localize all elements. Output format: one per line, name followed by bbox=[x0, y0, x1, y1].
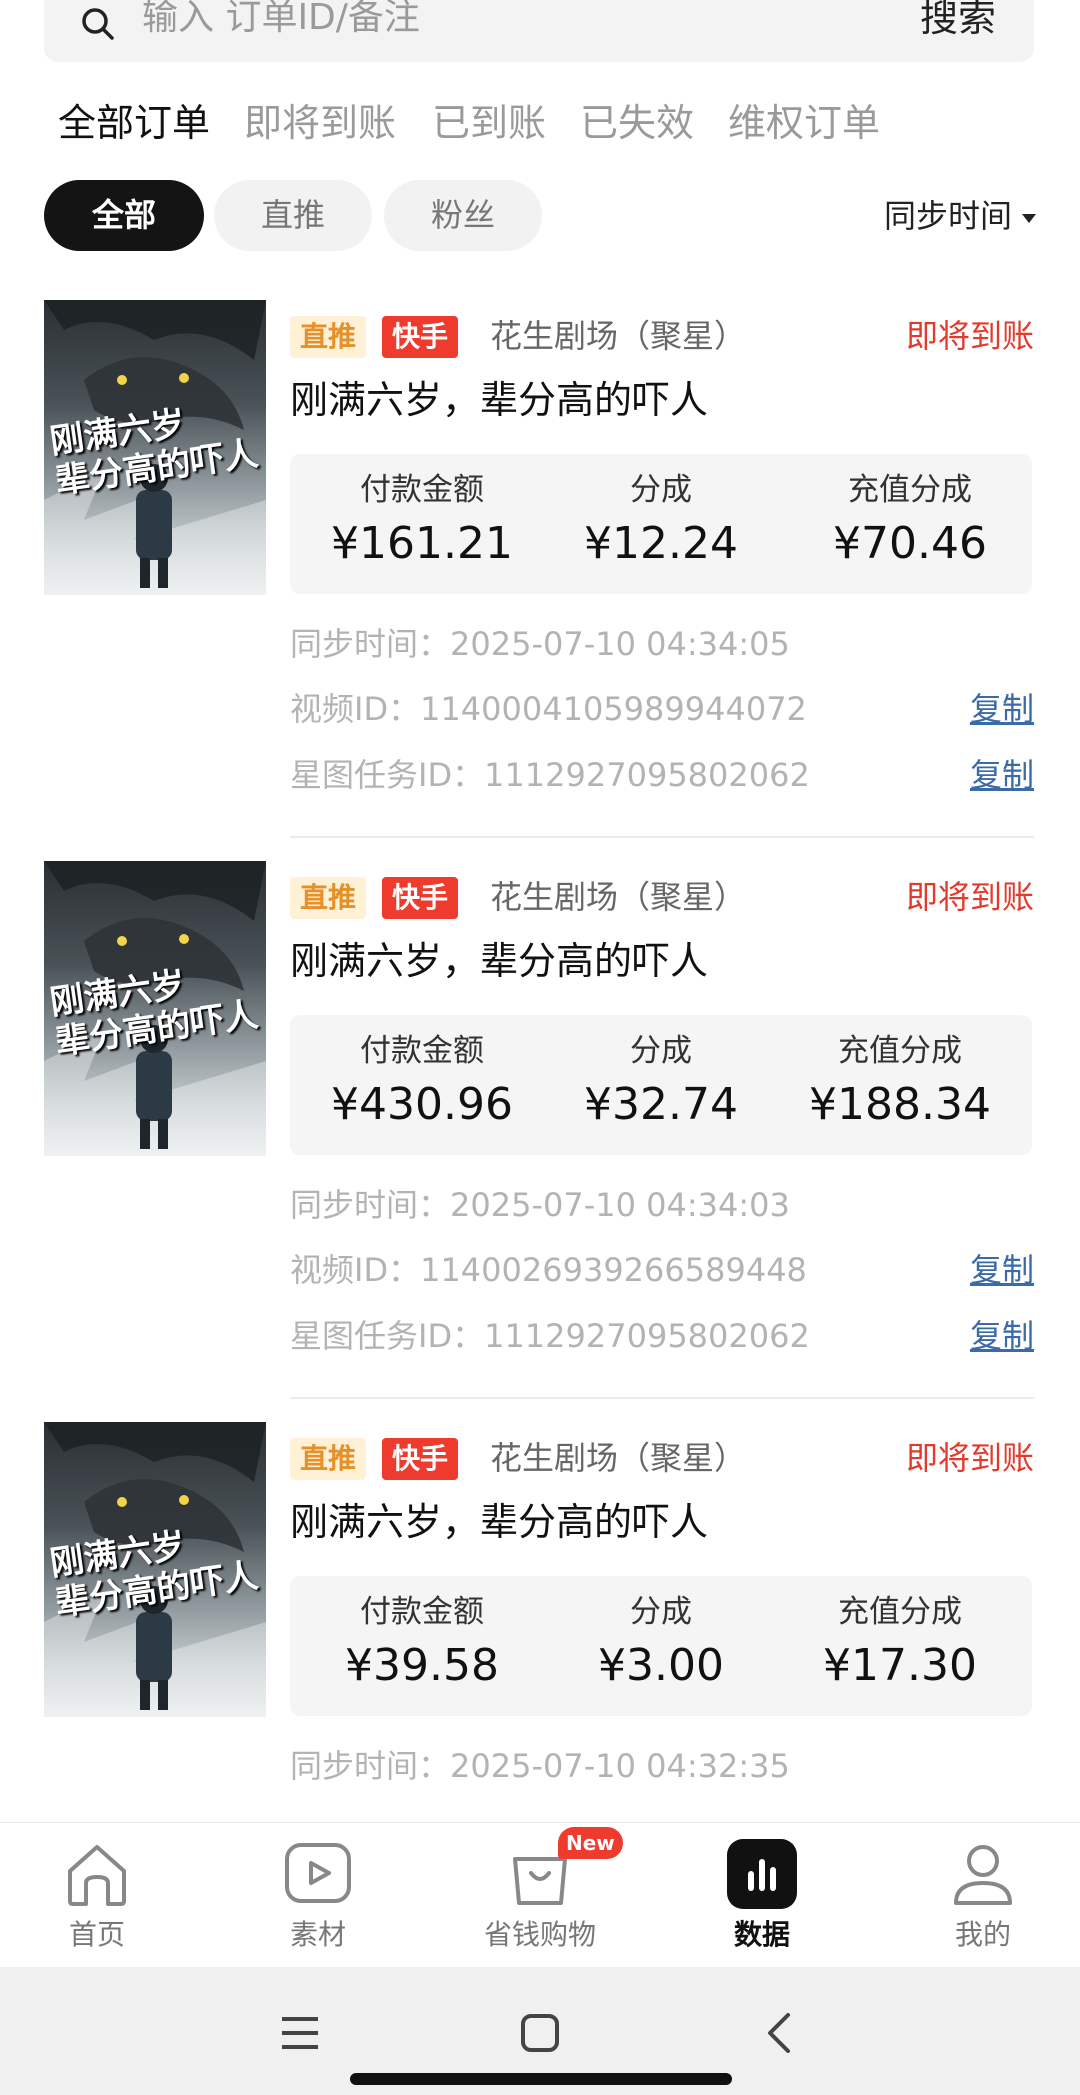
nav-home[interactable]: 首页 bbox=[0, 1837, 197, 1953]
bar-chart-icon bbox=[727, 1839, 797, 1909]
kuaishou-tag: 快手 bbox=[382, 1438, 459, 1480]
order-title: 刚满六岁，辈分高的吓人 bbox=[290, 378, 709, 422]
copy-task-id-button[interactable]: 复制 bbox=[970, 1314, 1034, 1358]
nav-data-label: 数据 bbox=[733, 1918, 790, 1951]
video-id: 视频ID：1140004105989944072 bbox=[290, 690, 807, 728]
menu-icon[interactable] bbox=[270, 2003, 330, 2063]
drama-cover-image: 刚满六岁 辈分高的吓人 bbox=[44, 300, 266, 595]
direct-tag: 直推 bbox=[290, 877, 367, 919]
amounts-panel: 付款金额 ¥39.58 分成 ¥3.00 充值分成 ¥17.30 bbox=[290, 1576, 1032, 1716]
search-bar: 输入 订单ID/备注 搜索 bbox=[44, 0, 1034, 62]
amount-commission: 分成 ¥32.74 bbox=[584, 1033, 738, 1130]
order-status: 即将到账 bbox=[905, 1439, 1034, 1477]
home-icon bbox=[68, 1845, 126, 1906]
nav-profile[interactable]: 我的 bbox=[883, 1837, 1080, 1953]
video-id: 视频ID：1140026939266589448 bbox=[290, 1251, 807, 1289]
direct-tag: 直推 bbox=[290, 1438, 367, 1480]
search-input[interactable]: 输入 订单ID/备注 bbox=[142, 0, 420, 38]
drama-cover-image: 刚满六岁 辈分高的吓人 bbox=[44, 1422, 266, 1717]
direct-tag: 直推 bbox=[290, 316, 367, 358]
gesture-handle[interactable] bbox=[350, 2073, 732, 2085]
caret-down-icon bbox=[1022, 213, 1036, 223]
amount-recharge-commission: 充值分成 ¥70.46 bbox=[833, 472, 987, 569]
filter-chip-fans[interactable]: 粉丝 bbox=[384, 180, 542, 251]
sync-time: 同步时间：2025-07-10 04:34:05 bbox=[290, 625, 790, 663]
order-status: 即将到账 bbox=[905, 878, 1034, 916]
tab-all-orders[interactable]: 全部订单 bbox=[58, 98, 210, 148]
user-icon bbox=[954, 1845, 1012, 1905]
order-card: 刚满六岁 辈分高的吓人 直推 快手 花生剧场（聚星） 即将到账 刚满六岁，辈分高的… bbox=[0, 861, 1080, 1421]
copy-video-id-button[interactable]: 复制 bbox=[970, 687, 1034, 731]
home-square-icon[interactable] bbox=[510, 2003, 570, 2063]
nav-materials[interactable]: 素材 bbox=[218, 1837, 418, 1953]
order-source: 花生剧场（聚星） bbox=[490, 1439, 747, 1477]
order-card: 刚满六岁 辈分高的吓人 直推 快手 花生剧场（聚星） 即将到账 刚满六岁，辈分高的… bbox=[0, 1422, 1080, 1822]
card-divider bbox=[290, 1397, 1034, 1399]
amount-payment: 付款金额 ¥161.21 bbox=[331, 472, 513, 569]
amount-commission: 分成 ¥3.00 bbox=[598, 1594, 724, 1691]
filter-chip-direct[interactable]: 直推 bbox=[214, 180, 372, 251]
tab-dispute[interactable]: 维权订单 bbox=[728, 98, 880, 148]
nav-shopping[interactable]: New 省钱购物 bbox=[440, 1827, 640, 1953]
tab-expired[interactable]: 已失效 bbox=[580, 98, 694, 148]
copy-task-id-button[interactable]: 复制 bbox=[970, 753, 1034, 797]
search-icon bbox=[82, 8, 114, 40]
order-source: 花生剧场（聚星） bbox=[490, 317, 747, 355]
drama-cover-image: 刚满六岁 辈分高的吓人 bbox=[44, 861, 266, 1156]
nav-data[interactable]: 数据 bbox=[662, 1837, 862, 1953]
order-card: 刚满六岁 辈分高的吓人 直推 快手 花生剧场（聚星） 即将到账 刚满六岁，辈分高的… bbox=[0, 300, 1080, 860]
task-id: 星图任务ID：1112927095802062 bbox=[290, 1317, 810, 1355]
nav-materials-label: 素材 bbox=[289, 1918, 346, 1951]
copy-video-id-button[interactable]: 复制 bbox=[970, 1248, 1034, 1292]
order-title: 刚满六岁，辈分高的吓人 bbox=[290, 1500, 709, 1544]
task-id: 星图任务ID：1112927095802062 bbox=[290, 756, 810, 794]
amounts-panel: 付款金额 ¥161.21 分成 ¥12.24 充值分成 ¥70.46 bbox=[290, 454, 1032, 594]
order-title: 刚满六岁，辈分高的吓人 bbox=[290, 939, 709, 983]
amount-recharge-commission: 充值分成 ¥188.34 bbox=[809, 1033, 991, 1130]
search-button[interactable]: 搜索 bbox=[920, 0, 996, 40]
amount-commission: 分成 ¥12.24 bbox=[584, 472, 738, 569]
sort-label: 同步时间 bbox=[883, 197, 1012, 235]
sync-time: 同步时间：2025-07-10 04:32:35 bbox=[290, 1747, 790, 1785]
sort-dropdown[interactable]: 同步时间 bbox=[884, 194, 1036, 238]
card-divider bbox=[290, 836, 1034, 838]
tab-received[interactable]: 已到账 bbox=[432, 98, 546, 148]
amounts-panel: 付款金额 ¥430.96 分成 ¥32.74 充值分成 ¥188.34 bbox=[290, 1015, 1032, 1155]
filter-chip-all[interactable]: 全部 bbox=[44, 180, 204, 251]
nav-shopping-label: 省钱购物 bbox=[483, 1918, 596, 1951]
nav-home-label: 首页 bbox=[68, 1918, 125, 1951]
tab-upcoming[interactable]: 即将到账 bbox=[244, 98, 396, 148]
nav-profile-label: 我的 bbox=[954, 1918, 1011, 1951]
kuaishou-tag: 快手 bbox=[382, 877, 459, 919]
amount-payment: 付款金额 ¥39.58 bbox=[345, 1594, 499, 1691]
kuaishou-tag: 快手 bbox=[382, 316, 459, 358]
order-source: 花生剧场（聚星） bbox=[490, 878, 747, 916]
back-icon[interactable] bbox=[750, 2003, 810, 2063]
amount-payment: 付款金额 ¥430.96 bbox=[331, 1033, 513, 1130]
bottom-nav: 首页 素材 New 省钱购物 数据 我的 bbox=[0, 1822, 1080, 1968]
order-status: 即将到账 bbox=[905, 317, 1034, 355]
system-nav-bar bbox=[0, 1967, 1080, 2095]
amount-recharge-commission: 充值分成 ¥17.30 bbox=[823, 1594, 977, 1691]
play-icon bbox=[285, 1843, 351, 1903]
new-badge: New bbox=[558, 1827, 623, 1859]
sync-time: 同步时间：2025-07-10 04:34:03 bbox=[290, 1186, 790, 1224]
